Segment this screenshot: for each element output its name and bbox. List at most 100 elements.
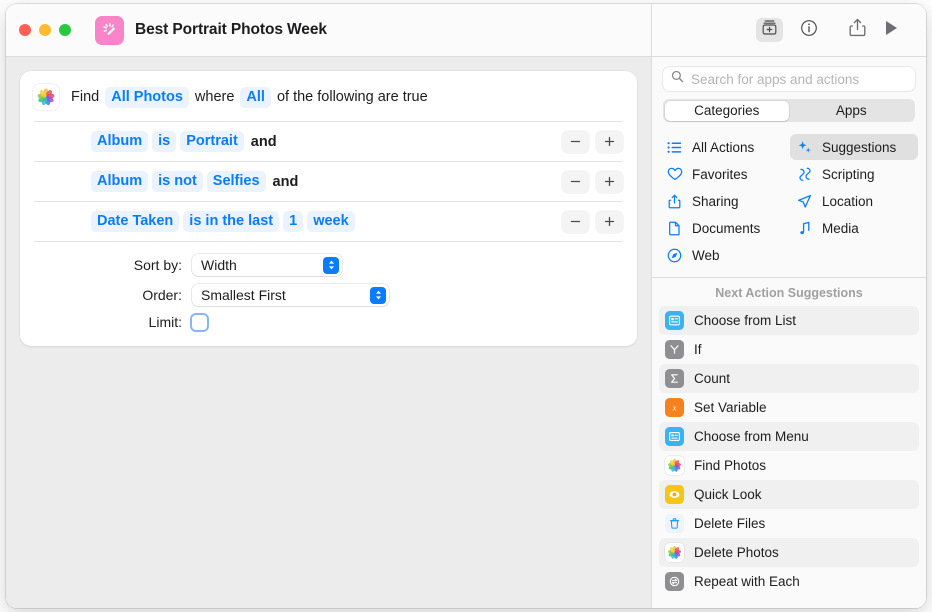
sidebar-item-all-actions[interactable]: All Actions <box>660 134 788 160</box>
sort-by-select[interactable]: Width <box>192 254 342 276</box>
add-filter-button[interactable] <box>596 131 623 153</box>
tab-categories[interactable]: Categories <box>665 101 790 121</box>
sparkles-icon <box>796 140 813 155</box>
sidebar-item-media[interactable]: Media <box>790 215 918 241</box>
add-filter-button[interactable] <box>596 171 623 193</box>
suggestions-list: Choose from List If <box>652 306 926 609</box>
photos-app-icon <box>33 84 59 110</box>
limit-checkbox[interactable] <box>192 315 207 330</box>
sidebar-item-label: Location <box>822 194 873 209</box>
info-button[interactable] <box>797 18 821 42</box>
filter-value-token[interactable]: Selfies <box>207 171 266 192</box>
limit-row: Limit: <box>34 314 623 330</box>
remove-filter-button[interactable] <box>562 171 589 193</box>
filter-field-token[interactable]: Album <box>91 131 148 152</box>
quick-look-icon <box>665 485 684 504</box>
close-button[interactable] <box>19 24 31 36</box>
list-item-label: Delete Files <box>694 516 765 531</box>
sidebar-item-label: All Actions <box>692 140 754 155</box>
sidebar-item-favorites[interactable]: Favorites <box>660 161 788 187</box>
list-item[interactable]: x Set Variable <box>659 393 919 422</box>
find-label: Find <box>71 87 103 107</box>
document-title: Best Portrait Photos Week <box>135 21 327 39</box>
list-item-label: Choose from Menu <box>694 429 809 444</box>
row-buttons <box>562 211 623 233</box>
library-tab-bar: Categories Apps <box>663 99 915 122</box>
list-item-label: Count <box>694 371 730 386</box>
sort-by-label: Sort by: <box>34 257 192 273</box>
sidebar-item-label: Suggestions <box>822 140 896 155</box>
traffic-light-group <box>6 24 71 36</box>
document-icon <box>666 221 683 236</box>
filter-field-token[interactable]: Album <box>91 171 148 192</box>
table-row: Album is Portrait and <box>34 121 623 161</box>
svg-text:x: x <box>672 402 677 412</box>
match-token[interactable]: All <box>240 87 271 108</box>
filter-operator-token[interactable]: is <box>152 131 176 152</box>
add-action-button[interactable] <box>756 18 783 42</box>
search-input[interactable]: Search for apps and actions <box>663 67 915 91</box>
action-header: Find All Photos where All of the followi… <box>20 71 637 121</box>
photos-app-icon <box>665 543 684 562</box>
filter-tokens: Date Taken is in the last 1 week <box>89 211 357 232</box>
list-item-label: Delete Photos <box>694 545 779 560</box>
list-item[interactable]: Choose from Menu <box>659 422 919 451</box>
remove-filter-button[interactable] <box>562 131 589 153</box>
info-circle-icon <box>800 19 818 42</box>
photos-app-icon <box>665 456 684 475</box>
sidebar-item-label: Documents <box>692 221 760 236</box>
sidebar-item-scripting[interactable]: Scripting <box>790 161 918 187</box>
repeat-icon <box>665 572 684 591</box>
sidebar-item-web[interactable]: Web <box>660 242 788 268</box>
filter-value-token[interactable]: Portrait <box>180 131 244 152</box>
zoom-button[interactable] <box>59 24 71 36</box>
sidebar-item-suggestions[interactable]: Suggestions <box>790 134 918 160</box>
sort-by-value: Width <box>201 257 237 273</box>
list-item[interactable]: Find Photos <box>659 451 919 480</box>
filter-operator-token[interactable]: is not <box>152 171 203 192</box>
add-filter-button[interactable] <box>596 211 623 233</box>
table-row: Album is not Selfies and <box>34 161 623 201</box>
list-item-label: If <box>694 342 702 357</box>
source-token[interactable]: All Photos <box>105 87 189 108</box>
sidebar-item-location[interactable]: Location <box>790 188 918 214</box>
choose-from-menu-icon <box>665 427 684 446</box>
where-label: where <box>191 87 239 107</box>
library-toolbar <box>651 4 926 56</box>
script-icon <box>796 167 813 182</box>
search-placeholder: Search for apps and actions <box>691 72 859 87</box>
sort-by-row: Sort by: Width <box>34 254 623 276</box>
filter-tokens: Album is Portrait and <box>89 131 277 152</box>
find-statement: Find All Photos where All of the followi… <box>71 87 432 108</box>
table-row: Date Taken is in the last 1 week <box>34 201 623 241</box>
list-item[interactable]: Repeat with Each <box>659 567 919 596</box>
list-item[interactable]: Choose from List <box>659 306 919 335</box>
shortcuts-window: Best Portrait Photos Week <box>6 4 926 608</box>
tab-apps[interactable]: Apps <box>789 101 914 121</box>
list-item[interactable]: Delete Files <box>659 509 919 538</box>
sidebar-item-documents[interactable]: Documents <box>660 215 788 241</box>
action-library-pane: Search for apps and actions Categories A… <box>651 57 926 608</box>
row-buttons <box>562 171 623 193</box>
order-value: Smallest First <box>201 287 286 303</box>
list-item[interactable]: Quick Look <box>659 480 919 509</box>
order-label: Order: <box>34 287 192 303</box>
sidebar-item-label: Media <box>822 221 859 236</box>
minimize-button[interactable] <box>39 24 51 36</box>
list-item-label: Find Photos <box>694 458 766 473</box>
sidebar-item-label: Scripting <box>822 167 875 182</box>
filter-operator-token[interactable]: is in the last <box>183 211 279 232</box>
filter-value-token[interactable]: 1 <box>283 211 303 232</box>
filter-unit-token[interactable]: week <box>307 211 354 232</box>
list-item[interactable]: Delete Photos <box>659 538 919 567</box>
limit-label: Limit: <box>34 314 192 330</box>
list-item[interactable]: If <box>659 335 919 364</box>
remove-filter-button[interactable] <box>562 211 589 233</box>
sidebar-item-sharing[interactable]: Sharing <box>660 188 788 214</box>
order-select[interactable]: Smallest First <box>192 284 389 306</box>
list-bullet-icon <box>666 141 683 154</box>
filter-field-token[interactable]: Date Taken <box>91 211 179 232</box>
list-item[interactable]: Count <box>659 364 919 393</box>
count-sigma-icon <box>665 369 684 388</box>
find-photos-action-card[interactable]: Find All Photos where All of the followi… <box>20 71 637 346</box>
